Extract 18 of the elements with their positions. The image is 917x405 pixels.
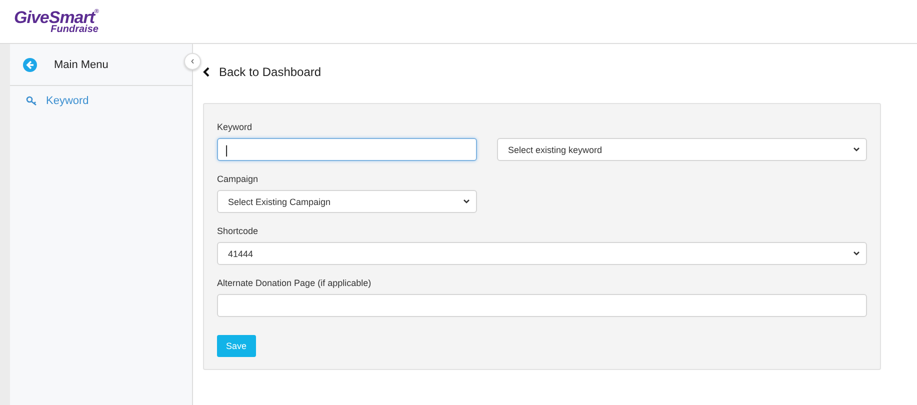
chevron-down-icon xyxy=(463,199,470,204)
field-label: Shortcode xyxy=(217,226,260,236)
main-menu-label[interactable]: Main Menu xyxy=(54,58,108,70)
chevron-left-icon[interactable] xyxy=(203,67,210,77)
input-field[interactable] xyxy=(217,294,867,317)
chevron-down-icon xyxy=(853,251,860,256)
back-arrow-icon[interactable] xyxy=(23,58,37,72)
collapse-button[interactable]: ‹ xyxy=(184,53,201,70)
select-dropdown[interactable]: Select existing keyword xyxy=(497,138,867,161)
input-field[interactable]: | xyxy=(217,138,477,161)
key-icon xyxy=(26,96,38,106)
field-label: Alternate Donation Page (if applicable) xyxy=(217,278,372,288)
field-label: Campaign xyxy=(217,174,260,184)
select-dropdown[interactable]: Select Existing Campaign xyxy=(217,190,477,213)
chevron-down-icon xyxy=(853,147,860,152)
back-link[interactable]: Back to Dashboard xyxy=(219,65,322,79)
select-dropdown[interactable]: 41444 xyxy=(217,242,867,265)
field-label: Keyword xyxy=(217,122,254,132)
